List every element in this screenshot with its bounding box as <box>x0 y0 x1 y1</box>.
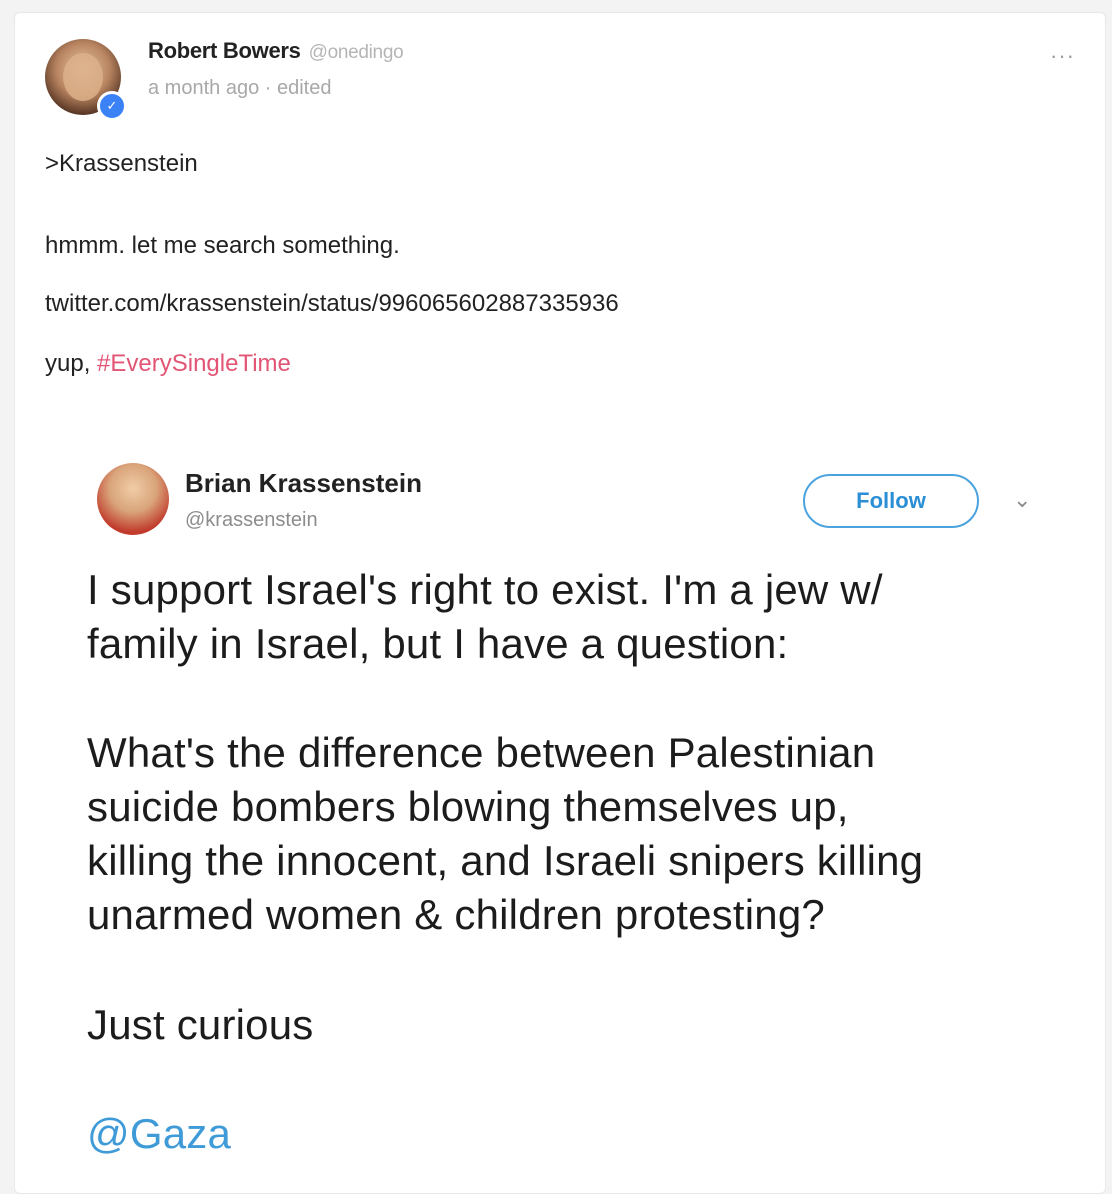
comment-line-link[interactable]: twitter.com/krassenstein/status/99606560… <box>45 290 619 318</box>
tweet-text-line-2: family in Israel, but I have a question: <box>87 620 789 667</box>
verified-icon: ✓ <box>97 91 127 121</box>
comment-line-yup: yup, #EverySingleTime <box>45 350 291 378</box>
comment-line-quote: >Krassenstein <box>45 150 198 177</box>
tweet-text-line-5: killing the innocent, and Israeli sniper… <box>87 837 924 884</box>
comment-line-search: hmmm. let me search something. <box>45 232 400 259</box>
tweet-author-avatar[interactable] <box>97 463 169 535</box>
tweet-text-line-7: Just curious <box>87 1001 314 1048</box>
tweet-author-handle[interactable]: @krassenstein <box>185 509 318 532</box>
follow-button[interactable]: Follow <box>803 474 979 528</box>
chevron-down-icon[interactable]: ⌄ <box>1013 487 1031 513</box>
comment-author-handle[interactable]: @onedingo <box>309 42 404 63</box>
comment-meta: a month ago · edited <box>148 77 332 99</box>
more-options-icon[interactable]: ··· <box>1050 43 1075 69</box>
tweet-text-line-4: suicide bombers blowing themselves up, <box>87 783 849 830</box>
comment-yup-text: yup, <box>45 350 98 377</box>
tweet-text-line-1: I support Israel's right to exist. I'm a… <box>87 566 883 613</box>
hashtag-link[interactable]: #EverySingleTime <box>97 350 291 377</box>
tweet-author-name[interactable]: Brian Krassenstein <box>185 468 422 499</box>
tweet-text-line-3: What's the difference between Palestinia… <box>87 729 876 776</box>
comment-author-row: Robert Bowers @onedingo <box>148 38 404 64</box>
comment-author-name[interactable]: Robert Bowers <box>148 38 301 63</box>
comment-card: ✓ Robert Bowers @onedingo a month ago · e… <box>14 12 1106 1194</box>
tweet-mention-link[interactable]: @Gaza <box>87 1107 231 1161</box>
tweet-text-line-6: unarmed women & children protesting? <box>87 891 825 938</box>
